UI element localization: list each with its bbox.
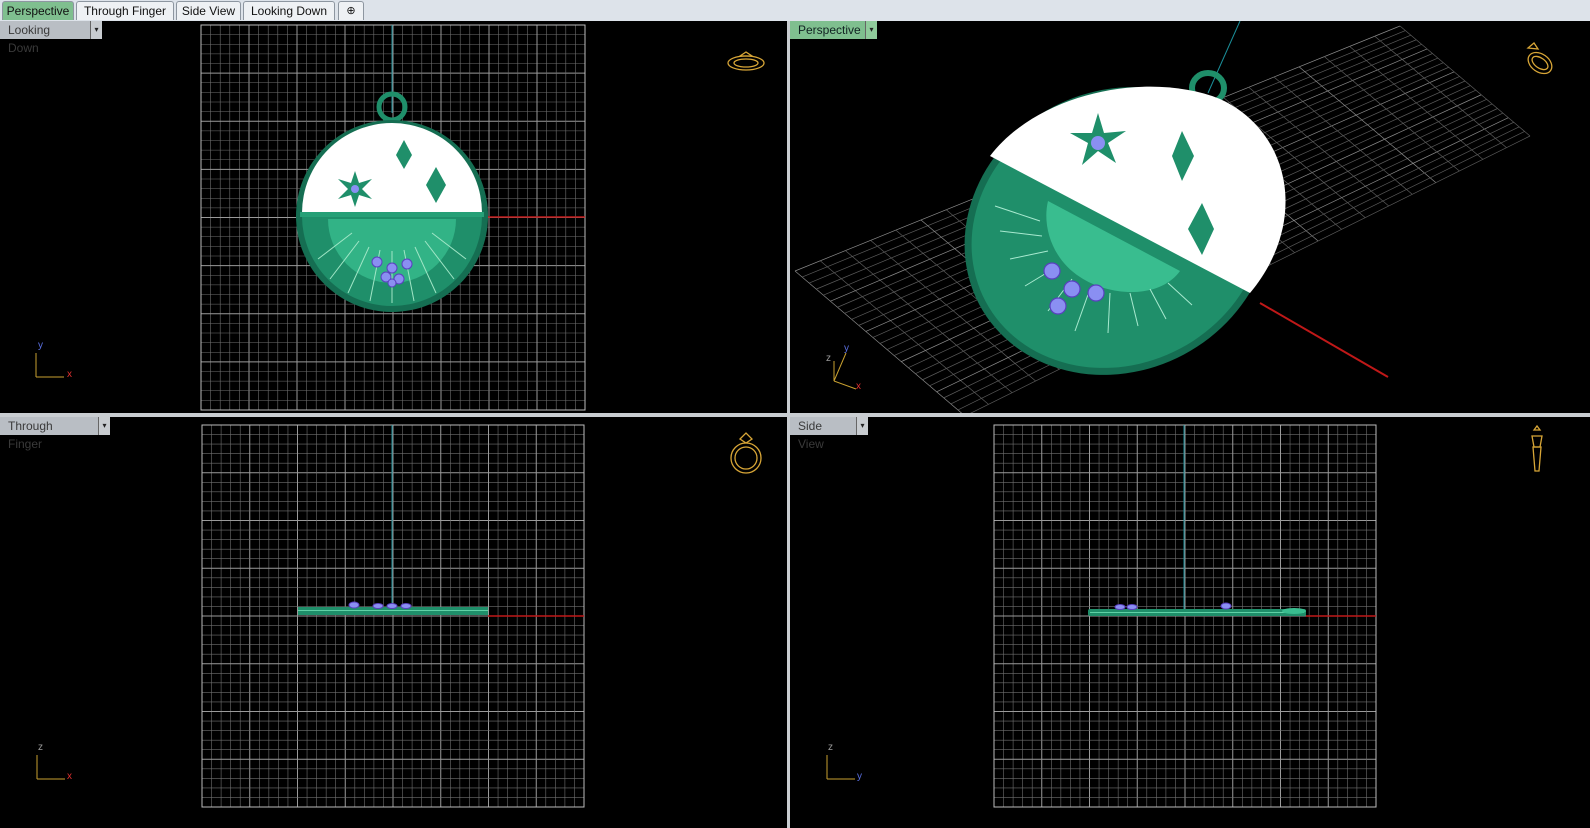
axis-label-z: z [826,353,831,364]
pendant-edge-highlight [1090,612,1304,613]
viewport-side-view[interactable]: Side View ▾ z y [790,417,1590,828]
dropdown-arrow-icon[interactable]: ▾ [865,21,877,39]
pendant-white-half [302,123,482,213]
looking-down-canvas [35,24,765,411]
add-tab-icon[interactable]: ⊕ [338,1,364,20]
pendant-model-edge[interactable] [298,601,488,615]
pendant-model-edge[interactable] [1088,602,1306,616]
viewport-label[interactable]: Looking Down [0,21,90,55]
viewport-label[interactable]: Side View [790,417,856,451]
axis-label-z: z [828,742,833,753]
axis-label-x: x [856,381,861,392]
axis-triad [833,352,857,390]
through-finger-canvas [36,424,762,808]
grid-line [1374,35,1507,148]
star-gem [351,185,359,193]
axis-label-y: y [38,340,43,351]
pendant-edge-highlight [298,610,488,611]
axis-triad [36,755,65,780]
ring-perspective-icon[interactable] [1524,42,1556,78]
pendant-model[interactable] [296,91,488,312]
side-view-canvas [826,424,1543,808]
ring-side-view-icon[interactable] [1531,424,1543,472]
viewport-looking-down[interactable]: Looking Down ▾ y x [0,21,787,413]
perspective-canvas [794,21,1556,413]
grid-line [1399,25,1531,137]
viewport-label[interactable]: Perspective [790,21,865,39]
grid-line [794,270,963,413]
viewport-perspective[interactable]: Perspective ▾ z y x [790,21,1590,413]
axis-label-y: y [844,343,849,354]
ring-top-view-icon[interactable] [727,51,765,71]
axis-label-x: x [67,771,72,782]
pendant-model[interactable] [914,34,1323,413]
tab-through-finger[interactable]: Through Finger [76,1,174,20]
tab-looking-down[interactable]: Looking Down [243,1,335,20]
axis-triad [826,755,855,780]
tab-side-view[interactable]: Side View [176,1,241,20]
dropdown-arrow-icon[interactable]: ▾ [98,417,110,435]
axis-triad [35,353,64,378]
viewport-splitter-vertical[interactable] [787,21,790,828]
x-axis-line [1259,302,1389,378]
viewport-through-finger[interactable]: Through Finger ▾ z x [0,417,787,828]
axis-label-y: y [857,771,862,782]
star-gem [1091,136,1105,150]
dropdown-arrow-icon[interactable]: ▾ [90,21,102,39]
pendant-divider [300,212,484,217]
viewport-splitter-horizontal[interactable] [0,413,1590,417]
pendant-bail-edge [1282,608,1306,614]
viewport-label[interactable]: Through Finger [0,417,98,451]
axis-label-z: z [38,742,43,753]
dropdown-arrow-icon[interactable]: ▾ [856,417,868,435]
viewport-tab-bar: Perspective Through Finger Side View Loo… [0,0,1590,22]
ring-front-view-icon[interactable] [730,432,762,474]
tab-perspective[interactable]: Perspective [2,1,74,20]
axis-label-x: x [67,369,72,380]
